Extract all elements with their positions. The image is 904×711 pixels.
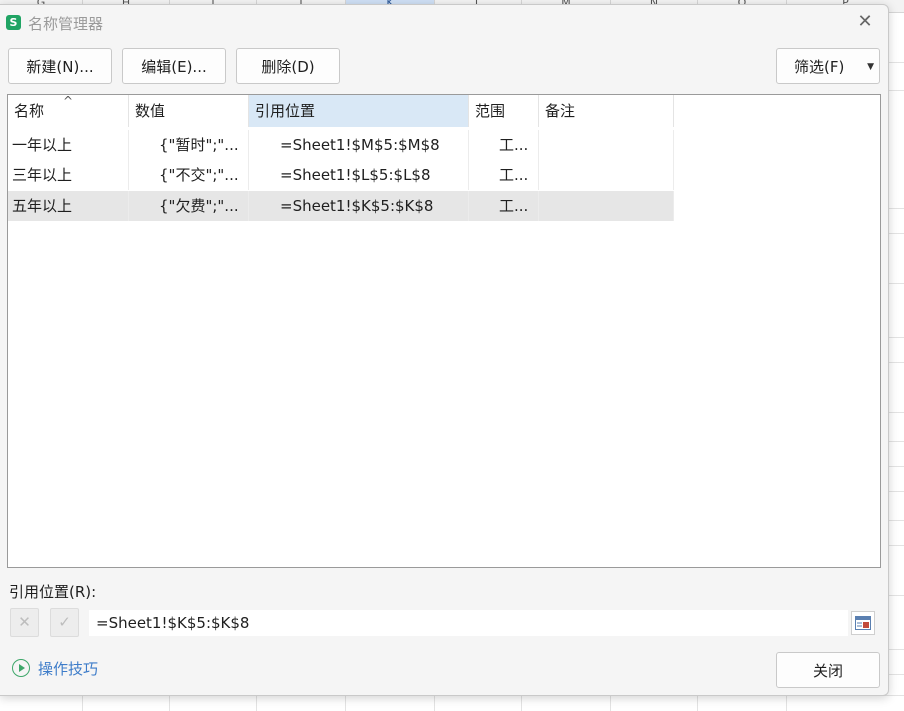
row-name: 五年以上 xyxy=(12,191,129,221)
list-item[interactable]: 三年以上 {"不交";"... =Sheet1!$L$5:$L$8 工... xyxy=(8,160,674,190)
column-header-name-label: 名称 xyxy=(14,102,45,120)
row-scope: 工... xyxy=(469,191,539,221)
filter-dropdown-button[interactable]: 筛选(F) ▼ xyxy=(776,48,880,84)
grid-line xyxy=(888,545,904,546)
grid-line xyxy=(888,649,904,650)
row-value: {"欠费";"... xyxy=(129,191,249,221)
row-value: {"不交";"... xyxy=(129,160,249,190)
edit-name-button[interactable]: 编辑(E)... xyxy=(122,48,226,84)
dialog-titlebar[interactable]: S 名称管理器 ✕ xyxy=(0,5,888,39)
spreadsheet-app-icon: S xyxy=(6,15,21,30)
grid-line xyxy=(888,283,904,284)
row-refers-to: =Sheet1!$K$5:$K$8 xyxy=(249,191,469,221)
row-refers-to: =Sheet1!$L$5:$L$8 xyxy=(249,160,469,190)
close-button[interactable]: 关闭 xyxy=(776,652,880,688)
grid-line xyxy=(888,362,904,363)
grid-line xyxy=(888,90,904,91)
row-scope: 工... xyxy=(469,160,539,190)
grid-line xyxy=(888,337,904,338)
grid-line xyxy=(888,441,904,442)
grid-line xyxy=(888,674,904,675)
grid-line xyxy=(888,208,904,209)
column-header-name[interactable]: ^ 名称 xyxy=(8,94,129,127)
refers-to-input[interactable] xyxy=(89,610,848,636)
grid-line xyxy=(888,412,904,413)
row-comment xyxy=(539,160,674,190)
column-header-comment[interactable]: 备注 xyxy=(539,95,674,127)
row-comment xyxy=(539,191,674,221)
play-icon xyxy=(12,659,30,677)
row-name: 一年以上 xyxy=(12,130,129,160)
row-name: 三年以上 xyxy=(12,160,129,190)
grid-line xyxy=(888,520,904,521)
collapse-dialog-button[interactable] xyxy=(851,611,875,635)
cancel-edit-icon[interactable]: ✕ xyxy=(10,608,39,637)
row-refers-to: =Sheet1!$M$5:$M$8 xyxy=(249,130,469,160)
chevron-down-icon: ▼ xyxy=(867,62,874,72)
grid-line xyxy=(888,62,904,63)
row-comment xyxy=(539,130,674,160)
sort-ascending-icon: ^ xyxy=(63,94,74,108)
filter-label: 筛选(F) xyxy=(794,58,845,76)
grid-line xyxy=(888,595,904,596)
tips-label: 操作技巧 xyxy=(38,660,99,678)
names-list[interactable]: ^ 名称 数值 引用位置 范围 备注 一年以上 {"暂时";"... =Shee… xyxy=(7,94,881,568)
delete-name-button[interactable]: 删除(D) xyxy=(236,48,340,84)
confirm-edit-icon[interactable]: ✓ xyxy=(50,608,79,637)
dialog-title: 名称管理器 xyxy=(28,15,104,33)
column-header-refers-to[interactable]: 引用位置 xyxy=(249,95,469,127)
grid-line xyxy=(888,491,904,492)
row-scope: 工... xyxy=(469,130,539,160)
list-item[interactable]: 一年以上 {"暂时";"... =Sheet1!$M$5:$M$8 工... xyxy=(8,130,674,160)
grid-line xyxy=(888,233,904,234)
close-icon[interactable]: ✕ xyxy=(854,11,876,33)
grid-line xyxy=(888,466,904,467)
name-manager-dialog: S 名称管理器 ✕ 新建(N)... 编辑(E)... 删除(D) 筛选(F) … xyxy=(0,4,889,696)
list-item-selected[interactable]: 五年以上 {"欠费";"... =Sheet1!$K$5:$K$8 工... xyxy=(8,191,674,221)
column-header-value[interactable]: 数值 xyxy=(129,95,249,127)
row-value: {"暂时";"... xyxy=(129,130,249,160)
refers-to-label: 引用位置(R): xyxy=(9,583,97,601)
new-name-button[interactable]: 新建(N)... xyxy=(8,48,112,84)
column-header-scope[interactable]: 范围 xyxy=(469,95,539,127)
range-select-icon xyxy=(855,616,871,630)
